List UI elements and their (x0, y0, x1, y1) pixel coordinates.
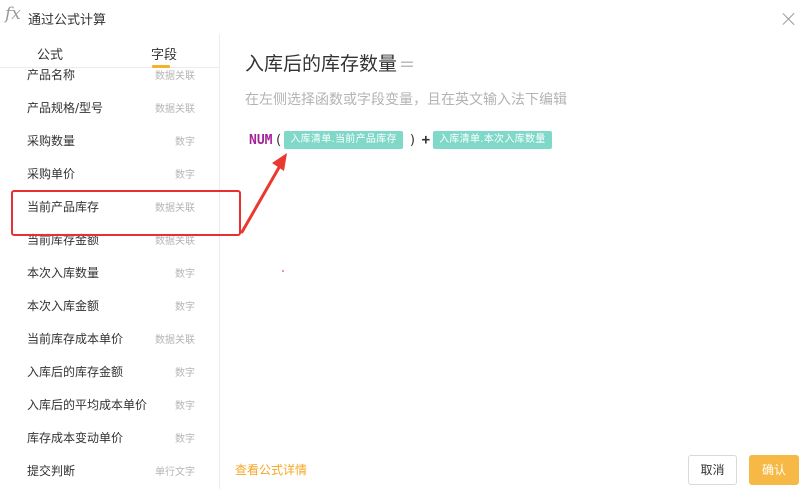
field-name: 库存成本变动单价 (27, 431, 124, 445)
field-name: 采购单价 (27, 167, 76, 181)
confirm-button[interactable]: 确认 (749, 455, 799, 485)
close-icon[interactable] (782, 12, 796, 26)
formula-field-tag[interactable]: 入库清单.本次入库数量 (433, 131, 552, 149)
field-type: 数字 (175, 302, 195, 313)
field-name: 产品规格/型号 (27, 101, 104, 115)
field-item-submit-check[interactable]: 提交判断 单行文字 (0, 454, 220, 486)
view-formula-details-link[interactable]: 查看公式详情 (235, 461, 307, 478)
formula-function: NUM (249, 132, 273, 148)
field-type: 数字 (175, 368, 195, 379)
field-name: 采购数量 (27, 134, 76, 148)
field-item-post-avg-unit-cost[interactable]: 入库后的平均成本单价 数字 (0, 388, 220, 420)
formula-field-tag[interactable]: 入库清单.当前产品库存 (284, 131, 403, 149)
plus-operator: + (421, 132, 431, 148)
arrow-head (272, 153, 287, 171)
field-name: 产品名称 (27, 68, 76, 82)
field-item-unit-cost-change[interactable]: 库存成本变动单价 数字 (0, 421, 220, 453)
field-type: 单行文字 (155, 467, 195, 478)
target-field-name: 入库后的库存数量 (245, 53, 398, 75)
dialog-title: 通过公式计算 (28, 13, 107, 28)
field-type: 数字 (175, 170, 195, 181)
field-item-product-name[interactable]: 产品名称 数据关联 (0, 58, 220, 90)
field-type: 数字 (175, 401, 195, 412)
field-name: 提交判断 (27, 464, 76, 478)
formula-target-title: 入库后的库存数量 = (245, 49, 415, 76)
field-item-inbound-amount[interactable]: 本次入库金额 数字 (0, 289, 220, 321)
field-item-purchase-price[interactable]: 采购单价 数字 (0, 157, 220, 189)
field-name: 本次入库金额 (27, 299, 100, 313)
dialog-header: fx 通过公式计算 (0, 0, 804, 34)
field-type: 数字 (175, 269, 195, 280)
left-panel: 公式 字段 产品名称 数据关联 产品规格/型号 数据关联 采购数量 数字 采购单… (0, 34, 220, 489)
text-cursor-dot (282, 270, 284, 272)
field-type: 数字 (175, 434, 195, 445)
formula-editor[interactable]: NUM ( 入库清单.当前产品库存 ) + 入库清单.本次入库数量 (249, 129, 552, 151)
open-paren: ( (274, 132, 283, 148)
field-type: 数据关联 (155, 335, 195, 346)
field-name: 本次入库数量 (27, 266, 100, 280)
editor-hint: 在左侧选择函数或字段变量，且在英文输入法下编辑 (245, 92, 567, 108)
field-type: 数字 (175, 137, 195, 148)
arrow-shaft (240, 162, 283, 234)
cancel-button[interactable]: 取消 (688, 455, 737, 485)
field-type: 数据关联 (155, 71, 195, 82)
equals-sign: = (399, 53, 415, 75)
field-item-purchase-qty[interactable]: 采购数量 数字 (0, 124, 220, 156)
fx-icon: fx (5, 4, 21, 24)
field-item-post-stock-amount[interactable]: 入库后的库存金额 数字 (0, 355, 220, 387)
field-name: 入库后的库存金额 (27, 365, 124, 379)
field-name: 入库后的平均成本单价 (27, 398, 148, 412)
annotation-highlight-box (11, 190, 241, 236)
field-type: 数据关联 (155, 104, 195, 115)
field-item-current-unit-cost[interactable]: 当前库存成本单价 数据关联 (0, 322, 220, 354)
field-item-product-spec[interactable]: 产品规格/型号 数据关联 (0, 91, 220, 123)
field-name: 当前库存成本单价 (27, 332, 124, 346)
field-item-inbound-qty[interactable]: 本次入库数量 数字 (0, 256, 220, 288)
close-paren: ) (408, 132, 417, 148)
